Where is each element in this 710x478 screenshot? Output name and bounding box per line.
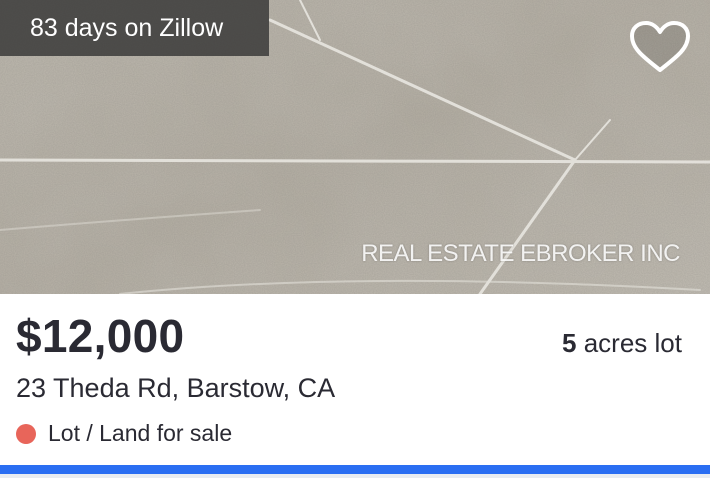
listing-card[interactable]: 83 days on Zillow REAL ESTATE EBROKER IN… <box>0 0 710 478</box>
status-dot-icon <box>16 423 36 444</box>
heart-outline-icon[interactable] <box>628 20 692 74</box>
listing-photo[interactable]: 83 days on Zillow REAL ESTATE EBROKER IN… <box>0 0 710 294</box>
days-on-zillow-badge: 83 days on Zillow <box>0 0 269 56</box>
listing-price: $12,000 <box>16 310 185 362</box>
lot-size: 5 acres lot <box>562 328 682 359</box>
status-label: Lot / Land for sale <box>48 420 233 446</box>
listing-address[interactable]: 23 Theda Rd, Barstow, CA <box>16 373 335 404</box>
lot-size-value: 5 <box>562 328 577 358</box>
card-bottom-edge <box>0 474 710 478</box>
listing-status: Lot / Land for sale <box>16 420 232 447</box>
accent-bar <box>0 465 710 474</box>
lot-size-unit: acres lot <box>576 328 682 358</box>
broker-watermark: REAL ESTATE EBROKER INC <box>361 240 680 267</box>
